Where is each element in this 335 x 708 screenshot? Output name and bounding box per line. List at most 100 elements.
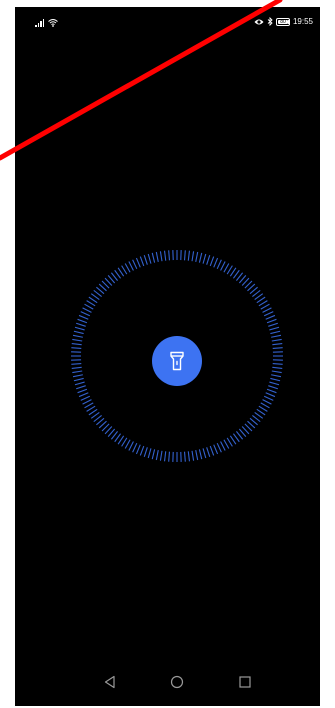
dial-tick xyxy=(114,433,122,443)
dial-tick xyxy=(213,257,219,268)
dial-tick xyxy=(128,441,134,451)
dial-tick xyxy=(209,256,215,267)
dial-tick xyxy=(71,347,82,350)
dial-tick xyxy=(263,395,274,401)
dial-tick xyxy=(77,318,88,324)
dial-tick xyxy=(117,435,125,445)
dial-tick xyxy=(168,451,171,462)
dial-tick xyxy=(229,267,237,277)
dial-tick xyxy=(114,269,122,279)
battery-icon: 80 xyxy=(275,17,290,26)
recents-button[interactable] xyxy=(233,670,257,694)
dial-tick xyxy=(72,334,83,338)
dial-tick xyxy=(82,307,92,313)
battery-level-text: 80 xyxy=(280,18,286,25)
dial-tick xyxy=(216,259,222,270)
dial-tick xyxy=(183,250,186,261)
dial-tick xyxy=(82,399,92,405)
eye-icon xyxy=(254,19,264,24)
dial-tick xyxy=(271,374,282,378)
dial-tick xyxy=(121,437,128,447)
home-icon xyxy=(170,675,184,689)
dial-tick xyxy=(72,370,83,374)
navigation-bar xyxy=(15,656,320,706)
dial-tick xyxy=(271,334,282,338)
dial-tick xyxy=(226,265,233,275)
dial-tick xyxy=(191,251,195,262)
dial-tick xyxy=(163,451,167,462)
dial-tick xyxy=(232,269,240,279)
home-button[interactable] xyxy=(165,670,189,694)
dial-tick xyxy=(256,296,266,304)
dial-tick xyxy=(223,263,230,273)
dial-tick xyxy=(213,444,219,455)
dial-tick xyxy=(260,303,270,310)
dial-tick xyxy=(270,377,281,382)
dial-tick xyxy=(183,451,186,462)
dial-tick xyxy=(254,293,264,301)
dial-tick xyxy=(76,385,86,390)
dial-tick xyxy=(86,300,96,307)
dial-tick xyxy=(226,437,233,447)
dial-tick xyxy=(216,442,222,453)
status-time: 19:55 xyxy=(292,17,313,26)
dial-tick xyxy=(72,338,83,342)
status-right: 80 19:55 xyxy=(254,17,313,26)
recents-icon xyxy=(239,676,251,688)
dial-tick xyxy=(206,255,211,265)
dial-tick xyxy=(90,411,100,419)
dial-tick xyxy=(272,362,283,365)
dial-tick xyxy=(270,330,281,335)
dial-tick xyxy=(272,342,283,346)
dial-tick xyxy=(71,366,82,370)
dial-tick xyxy=(220,441,226,451)
dial-tick xyxy=(191,450,195,461)
dial-tick xyxy=(155,251,159,262)
dial-tick xyxy=(229,435,237,445)
dial-tick xyxy=(271,338,282,342)
dial-tick xyxy=(80,311,91,317)
signal-icon xyxy=(35,19,44,27)
dial-tick xyxy=(139,445,145,456)
dial-tick xyxy=(258,405,268,412)
phone-screen: 80 19:55 xyxy=(15,7,320,706)
flashlight-icon xyxy=(170,351,184,371)
dial-tick xyxy=(260,402,270,409)
dial-tick xyxy=(266,388,277,394)
dial-tick xyxy=(128,261,134,271)
dial-tick xyxy=(209,445,215,456)
dial-tick xyxy=(72,374,83,378)
dial-tick xyxy=(151,449,156,460)
dial-tick xyxy=(159,251,163,262)
dial-tick xyxy=(147,253,152,264)
back-button[interactable] xyxy=(98,670,122,694)
dial-tick xyxy=(263,311,274,317)
dial-tick xyxy=(73,330,84,335)
dial-tick xyxy=(139,256,145,267)
dial-tick xyxy=(262,399,272,405)
flashlight-toggle-button[interactable] xyxy=(152,336,202,386)
dial-tick xyxy=(73,377,84,382)
dial-tick xyxy=(159,450,163,461)
dial-tick xyxy=(262,307,272,313)
dial-tick xyxy=(117,267,125,277)
wifi-icon xyxy=(48,19,58,27)
dial-tick xyxy=(78,392,89,398)
dial-tick xyxy=(163,250,167,261)
dial-tick xyxy=(78,314,89,320)
bluetooth-icon xyxy=(267,17,273,26)
dial-tick xyxy=(187,451,191,462)
dial-tick xyxy=(195,251,199,262)
dial-tick xyxy=(135,257,141,268)
dial-tick xyxy=(269,381,280,386)
dial-tick xyxy=(143,255,148,265)
dial-tick xyxy=(258,300,268,307)
dial-tick xyxy=(198,449,203,460)
dial-tick xyxy=(80,395,91,401)
dial-tick xyxy=(223,439,230,449)
dial-tick xyxy=(84,402,94,409)
dial-tick xyxy=(195,450,199,461)
dial-tick xyxy=(124,263,131,273)
dial-tick xyxy=(202,448,207,459)
dial-tick xyxy=(220,261,226,271)
